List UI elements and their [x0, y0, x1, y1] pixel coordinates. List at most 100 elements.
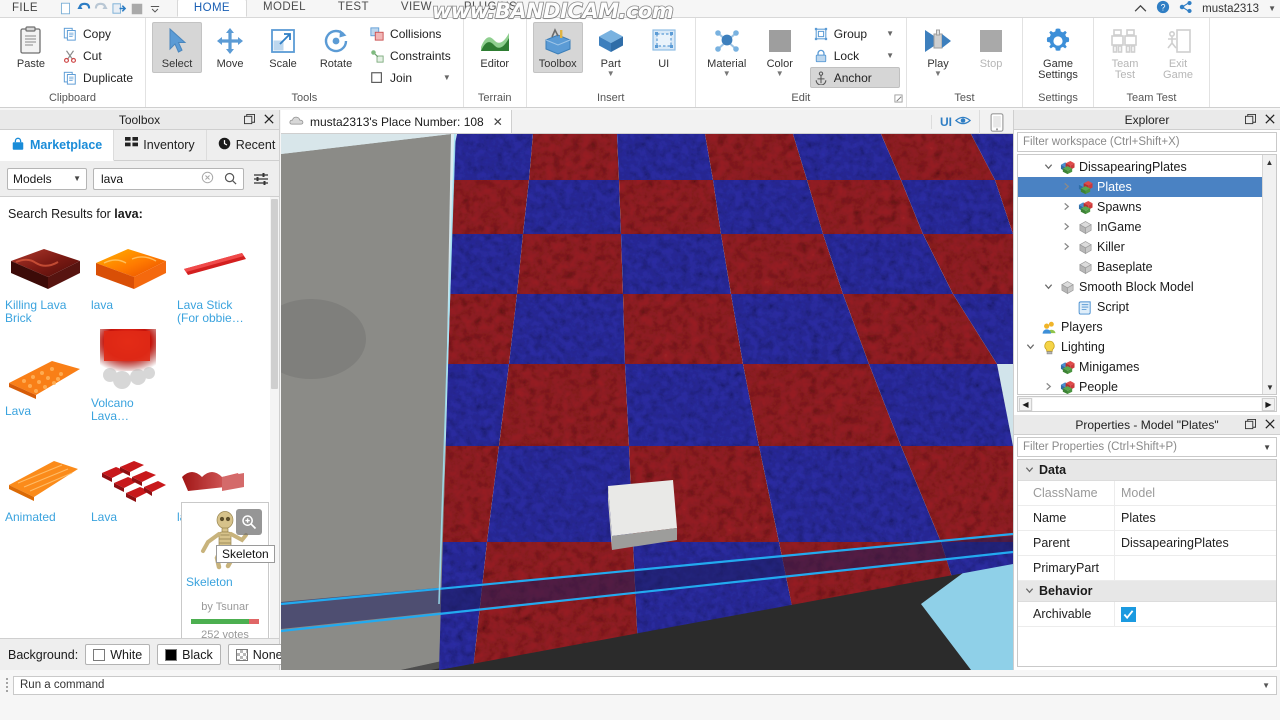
property-value[interactable]	[1114, 555, 1276, 581]
toolbox-tab-inventory[interactable]: Inventory	[114, 130, 207, 160]
chevron-down-icon[interactable]	[1025, 584, 1034, 598]
command-bar-grip[interactable]	[3, 675, 10, 695]
redo-icon[interactable]	[94, 1, 109, 16]
account-chevron-down-icon[interactable]: ▼	[1268, 4, 1276, 13]
background-white-button[interactable]: White	[85, 644, 151, 665]
toolbox-search-input[interactable]: lava	[93, 167, 218, 190]
toolbox-item[interactable]: Volcano Lava…	[88, 325, 174, 423]
undo-icon[interactable]	[76, 1, 91, 16]
viewport-place-tab[interactable]: musta2313's Place Number: 108 ✕	[281, 110, 512, 133]
properties-float-icon[interactable]	[1245, 418, 1256, 432]
material-button[interactable]: Material ▼	[702, 22, 752, 80]
toolbox-filter-button[interactable]	[250, 168, 272, 190]
ribbon-tab-view[interactable]: VIEW	[385, 0, 448, 17]
chevron-right-icon[interactable]	[1060, 202, 1073, 213]
archivable-checkbox[interactable]	[1121, 606, 1136, 622]
stop-icon[interactable]	[130, 1, 145, 16]
color-chevron-down-icon[interactable]: ▼	[776, 70, 784, 78]
toolbox-float-icon[interactable]	[244, 113, 255, 127]
explorer-scroll-up-button[interactable]: ▲	[1263, 155, 1276, 169]
explorer-tree-item[interactable]: Smooth Block Model	[1018, 277, 1276, 297]
toolbox-close-icon[interactable]	[264, 114, 274, 126]
chevron-right-icon[interactable]	[1042, 382, 1055, 393]
material-chevron-down-icon[interactable]: ▼	[723, 70, 731, 78]
explorer-tree-item[interactable]: Minigames	[1018, 357, 1276, 377]
property-row[interactable]: Parent DissapearingPlates	[1018, 530, 1276, 556]
zoom-in-icon[interactable]	[236, 509, 262, 535]
explorer-tree-item[interactable]: Plates	[1018, 177, 1276, 197]
chevron-down-icon[interactable]	[1042, 162, 1055, 173]
toolbox-item[interactable]: Lava	[88, 423, 174, 524]
play-button[interactable]: Play ▼	[913, 22, 963, 80]
property-row[interactable]: ClassName Model	[1018, 480, 1276, 506]
chevron-down-icon[interactable]	[1024, 342, 1037, 353]
device-emulator-button[interactable]	[979, 110, 1013, 134]
qat-overflow-icon[interactable]	[148, 1, 163, 16]
explorer-tree-item[interactable]: Script	[1018, 297, 1276, 317]
toolbox-item[interactable]: Animated	[2, 423, 88, 524]
explorer-scroll-right-button[interactable]: ▶	[1262, 397, 1275, 411]
properties-category-header[interactable]: Data	[1018, 460, 1276, 481]
select-tool-button[interactable]: Select	[152, 22, 203, 73]
toolbox-item-hovercard[interactable]: Skeleton by Tsunar 252 votes	[181, 502, 269, 638]
join-button[interactable]: Join ▼	[366, 67, 457, 88]
scale-tool-button[interactable]: Scale	[258, 22, 308, 73]
move-tool-button[interactable]: Move	[205, 22, 255, 73]
color-button[interactable]: Color ▼	[755, 22, 805, 80]
toolbox-item[interactable]: Killing Lava Brick	[2, 227, 88, 325]
toolbox-category-select[interactable]: Models ▼	[7, 167, 87, 190]
ribbon-tab-model[interactable]: MODEL	[247, 0, 322, 17]
group-button[interactable]: Group ▼	[810, 23, 900, 44]
chevron-right-icon[interactable]	[1060, 242, 1073, 253]
explorer-tree-item[interactable]: Players	[1018, 317, 1276, 337]
ribbon-tab-home[interactable]: HOME	[176, 0, 247, 17]
viewport-3d-scene[interactable]: Top Front Y X	[281, 134, 1013, 670]
chevron-down-icon[interactable]	[1025, 463, 1034, 477]
anchor-button[interactable]: Anchor	[809, 67, 901, 88]
explorer-close-icon[interactable]	[1265, 114, 1275, 126]
new-file-icon[interactable]	[58, 1, 73, 16]
properties-category-header[interactable]: Behavior	[1018, 581, 1276, 602]
property-row[interactable]: Archivable	[1018, 601, 1276, 627]
collapse-ribbon-icon[interactable]	[1134, 2, 1147, 16]
toolbox-item[interactable]: Lava Stick (For obbie…	[174, 227, 260, 325]
part-chevron-down-icon[interactable]: ▼	[607, 70, 615, 78]
explorer-tree-item[interactable]: DissapearingPlates	[1018, 157, 1276, 177]
property-row[interactable]: Name Plates	[1018, 505, 1276, 531]
publish-icon[interactable]	[112, 1, 127, 16]
toolbox-button[interactable]: Toolbox	[532, 22, 583, 73]
explorer-horizontal-scrollbar[interactable]: ◀ ▶	[1017, 396, 1277, 412]
property-value[interactable]: DissapearingPlates	[1114, 530, 1276, 556]
constraints-button[interactable]: Constraints	[366, 45, 457, 66]
play-chevron-down-icon[interactable]: ▼	[934, 70, 942, 78]
ui-visibility-toggle[interactable]: UI	[931, 115, 979, 129]
account-name[interactable]: musta2313	[1202, 3, 1259, 15]
background-black-button[interactable]: Black	[157, 644, 221, 665]
explorer-vertical-scrollbar[interactable]: ▲ ▼	[1262, 155, 1276, 394]
exit-game-button[interactable]: Exit Game	[1153, 22, 1203, 84]
command-bar-input[interactable]: Run a command ▼	[13, 675, 1277, 695]
ui-button[interactable]: UI	[639, 22, 689, 73]
toolbox-item[interactable]: Skeleton	[174, 325, 260, 423]
copy-button[interactable]: Copy	[59, 23, 139, 44]
group-chevron-down-icon[interactable]: ▼	[872, 29, 894, 38]
chevron-down-icon[interactable]: ▼	[1262, 681, 1270, 690]
property-value[interactable]: Plates	[1114, 505, 1276, 531]
property-value[interactable]	[1114, 601, 1276, 627]
collisions-button[interactable]: Collisions	[366, 23, 457, 44]
toolbox-scrollbar-thumb[interactable]	[271, 199, 278, 389]
toolbox-tab-marketplace[interactable]: Marketplace	[0, 130, 115, 161]
duplicate-button[interactable]: Duplicate	[59, 67, 139, 88]
property-row[interactable]: PrimaryPart	[1018, 555, 1276, 581]
properties-filter-input[interactable]: Filter Properties (Ctrl+Shift+P) ▼	[1017, 437, 1277, 457]
toolbox-item[interactable]: Lava	[2, 325, 88, 423]
file-menu-button[interactable]: FILE	[0, 0, 52, 17]
part-button[interactable]: Part ▼	[586, 22, 636, 80]
lock-chevron-down-icon[interactable]: ▼	[872, 51, 894, 60]
toolbox-tab-recent[interactable]: Recent	[207, 130, 288, 160]
stop-button[interactable]: Stop	[966, 22, 1016, 73]
properties-close-icon[interactable]	[1265, 419, 1275, 431]
explorer-hscroll-track[interactable]	[1033, 397, 1261, 411]
chevron-down-icon[interactable]	[1042, 282, 1055, 293]
explorer-float-icon[interactable]	[1245, 113, 1256, 127]
